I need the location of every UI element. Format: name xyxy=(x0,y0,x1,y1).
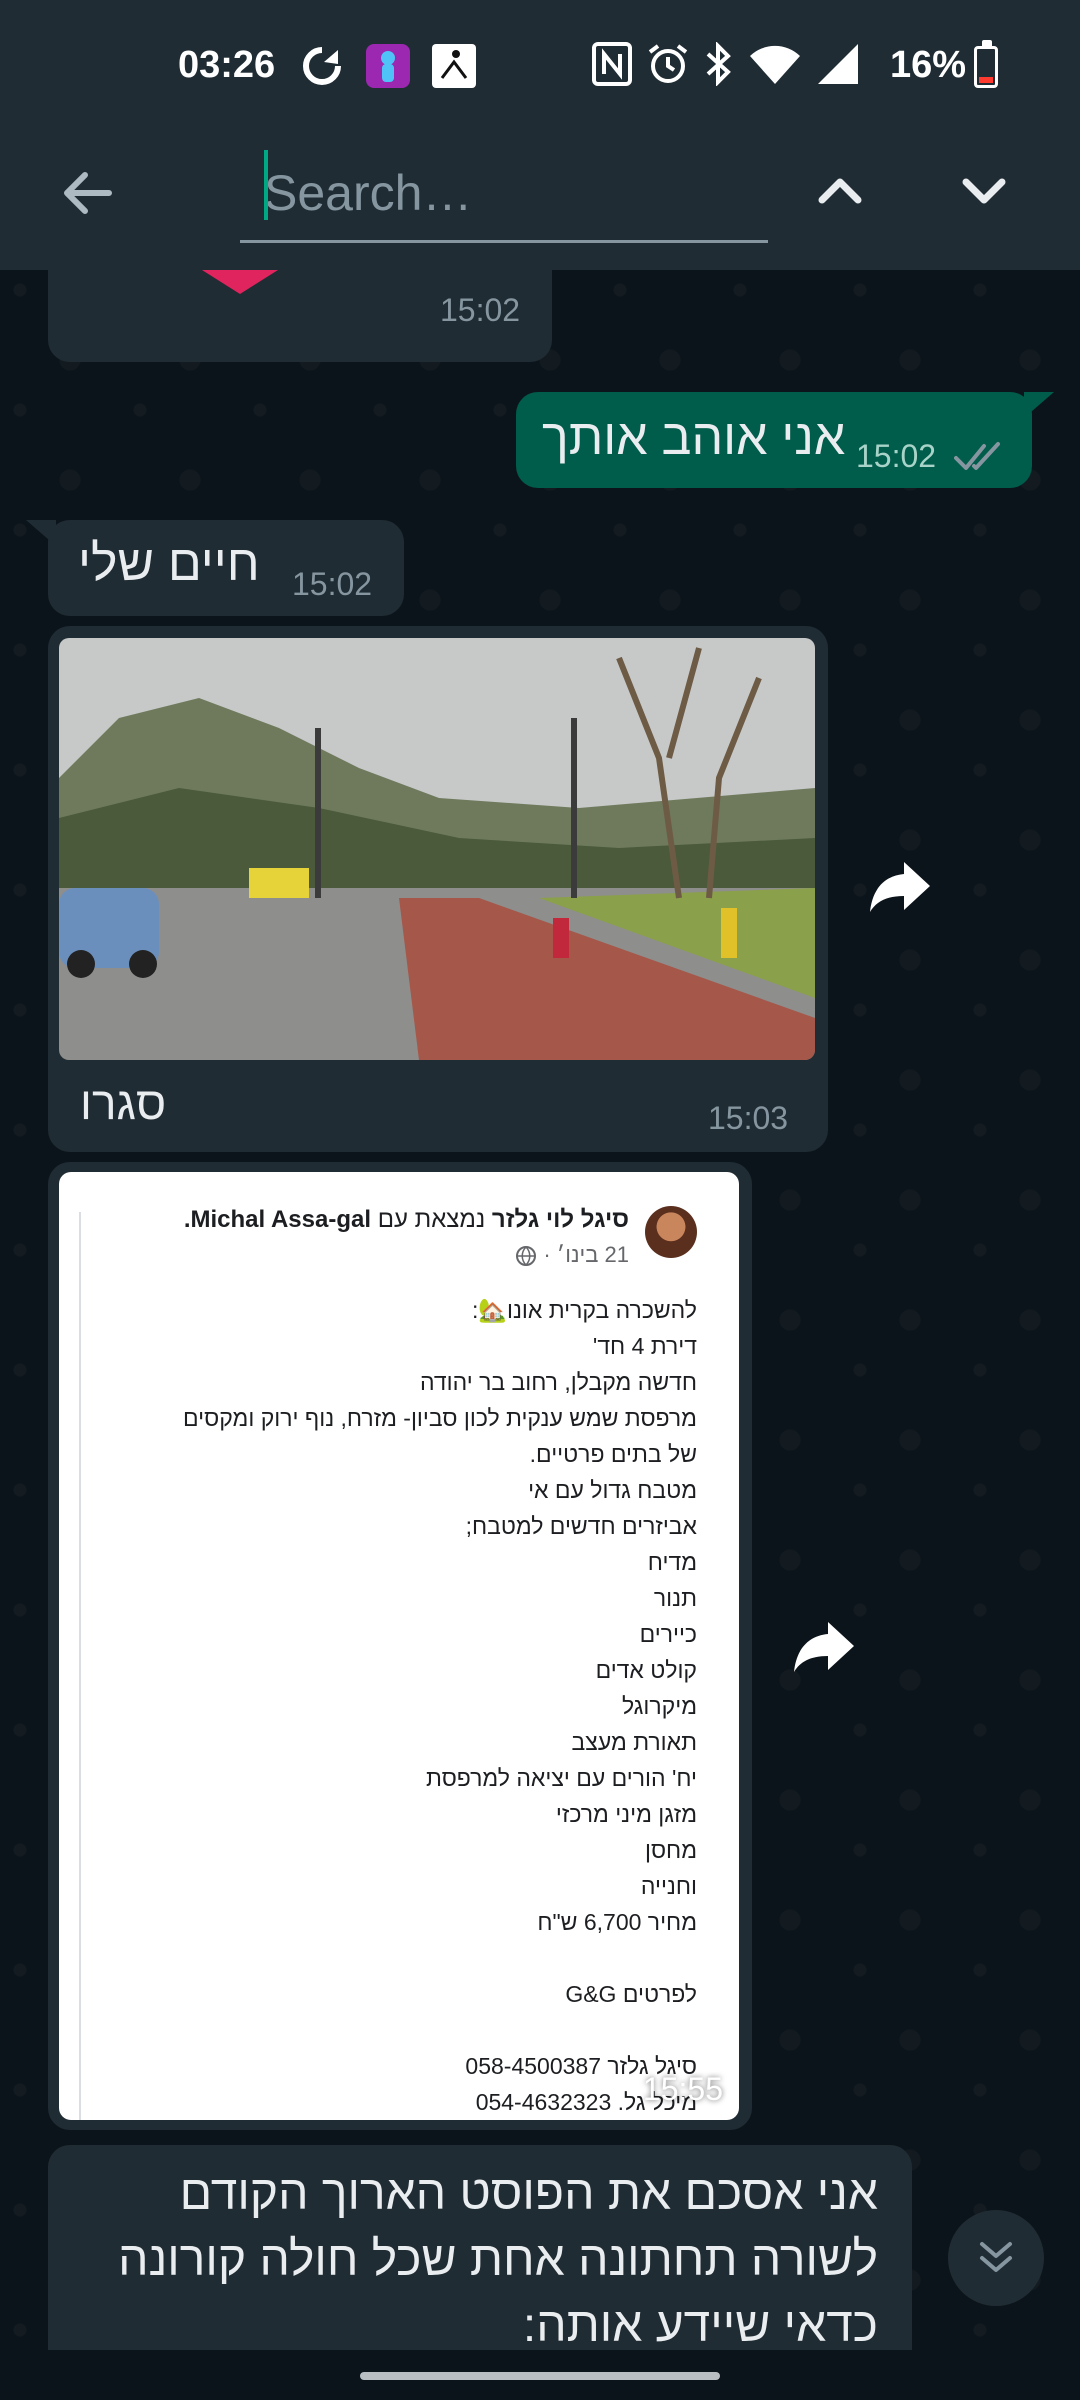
double-chevron-down-icon xyxy=(980,2242,1012,2272)
post-line: כיירים xyxy=(639,1621,697,1647)
post-line: מזגן מיני מרכזי xyxy=(555,1801,697,1827)
message-bubble-incoming[interactable]: 15:02 xyxy=(48,250,552,362)
forward-icon xyxy=(794,1622,854,1672)
alarm-icon xyxy=(646,42,690,91)
arrow-left-icon xyxy=(64,172,112,214)
forward-button[interactable] xyxy=(860,846,940,926)
back-button[interactable] xyxy=(52,158,122,228)
message-time: 15:02 xyxy=(440,292,521,328)
message-photo[interactable] xyxy=(59,638,815,1060)
nfc-icon xyxy=(592,42,632,91)
street-photo xyxy=(59,638,815,1060)
facebook-post-screenshot[interactable]: סיגל לוי גלזר נמצאת עם Michal Assa-gal. … xyxy=(59,1172,739,2120)
status-right-icons xyxy=(592,41,860,91)
signal-icon xyxy=(816,42,860,91)
post-line: תאורת מעצב xyxy=(571,1729,697,1755)
chevron-down-icon xyxy=(962,178,1006,204)
post-line: דירת 4 חד' xyxy=(592,1333,697,1359)
post-line: אביזרים חדשים למטבח; xyxy=(465,1513,697,1539)
message-bubble-incoming[interactable]: אני אסכם את הפוסט הארוך הקודם לשורה תחתו… xyxy=(48,2145,912,2375)
post-line: מיכל גל. 054-4632323 xyxy=(475,2089,697,2115)
post-line: וחנייה xyxy=(640,1873,697,1899)
forward-button[interactable] xyxy=(784,1606,864,1686)
heart-sticker-fragment xyxy=(202,270,278,294)
double-check-icon xyxy=(954,442,1000,470)
post-line: סיגל גלזר 058-4500387 xyxy=(465,2053,697,2079)
bluetooth-icon xyxy=(704,41,734,91)
message-text: חיים שלי xyxy=(78,535,260,591)
post-author-line: סיגל לוי גלזר נמצאת עם Michal Assa-gal. xyxy=(184,1206,629,1234)
post-line xyxy=(97,2012,697,2048)
post-body: להשכרה בקרית אונו🏡: דירת 4 חד' חדשה מקבלן,… xyxy=(97,1292,697,2120)
app-icon xyxy=(364,42,412,95)
post-line: תנור xyxy=(653,1585,697,1611)
post-line: של בתים פרטיים. xyxy=(529,1441,697,1467)
sync-icon xyxy=(298,42,346,95)
post-tagged: Michal Assa-gal. xyxy=(183,1206,372,1233)
chevron-up-icon xyxy=(818,178,862,204)
forward-icon xyxy=(870,862,930,912)
message-bubble-outgoing[interactable]: אני אוהב אותך 15:02 xyxy=(516,392,1032,488)
image-caption: סגרו xyxy=(80,1077,167,1129)
search-field[interactable] xyxy=(240,145,768,243)
post-line: חדשה מקבלן, רחוב בר יהודה xyxy=(419,1369,697,1395)
message-time: 15:02 xyxy=(856,438,937,474)
post-date-line: 21 בינו׳ · xyxy=(515,1242,629,1268)
status-bar: 03:26 16% xyxy=(0,0,1080,135)
wifi-icon xyxy=(748,42,802,91)
bubble-tail-outgoing xyxy=(1024,392,1054,418)
battery-icon xyxy=(974,46,998,88)
search-previous-button[interactable] xyxy=(800,150,880,230)
post-author: סיגל לוי גלזר xyxy=(491,1206,629,1233)
post-line: מחסן xyxy=(645,1837,697,1863)
message-bubble-incoming[interactable]: חיים שלי 15:02 xyxy=(48,520,404,616)
scroll-to-bottom-button[interactable] xyxy=(948,2210,1044,2306)
status-time: 03:26 xyxy=(178,44,276,86)
home-indicator[interactable] xyxy=(360,2372,720,2380)
globe-icon xyxy=(516,1246,537,1267)
message-text: אני אסכם את הפוסט הארוך הקודם לשורה תחתו… xyxy=(78,2161,878,2359)
bubble-tail-incoming xyxy=(26,520,56,546)
post-line: מחיר 6,700 ש"ח xyxy=(537,1909,697,1935)
text-cursor xyxy=(264,150,268,220)
message-time: 15:55 xyxy=(642,2071,723,2107)
message-time: 15:03 xyxy=(708,1100,789,1136)
post-line: קולט אדים xyxy=(595,1657,697,1683)
post-line xyxy=(97,1940,697,1976)
post-line: לפרטים G&G xyxy=(565,1981,697,2007)
message-line: לשורה תחתונה אחת שכל חולה קורונה xyxy=(118,2233,878,2286)
avatar xyxy=(645,1206,697,1258)
message-time: 15:02 xyxy=(292,566,373,602)
search-input[interactable] xyxy=(240,145,768,240)
post-line: מיקרוגל xyxy=(621,1693,697,1719)
post-line: יח' הורים עם יציאה למרפסת xyxy=(426,1765,697,1791)
post-line: מטבח גדול עם אי xyxy=(528,1477,697,1503)
figure-icon xyxy=(430,42,478,95)
message-text: אני אוהב אותך xyxy=(542,409,846,465)
post-line: להשכרה בקרית אונו🏡: xyxy=(471,1297,697,1323)
post-with-text: נמצאת עם xyxy=(377,1206,486,1233)
status-left-icons xyxy=(298,42,478,95)
battery-percent: 16% xyxy=(890,44,967,86)
post-line: מרפסת שמש ענקית לכון סביון- מזרח, נוף יר… xyxy=(183,1405,697,1431)
post-line: מדיח xyxy=(647,1549,697,1575)
battery-level xyxy=(979,77,993,83)
post-date: 21 בינו׳ · xyxy=(543,1242,629,1267)
message-line: אני אסכם את הפוסט הארוך הקודם xyxy=(179,2167,878,2220)
post-left-border xyxy=(79,1212,81,2120)
search-next-button[interactable] xyxy=(944,150,1024,230)
